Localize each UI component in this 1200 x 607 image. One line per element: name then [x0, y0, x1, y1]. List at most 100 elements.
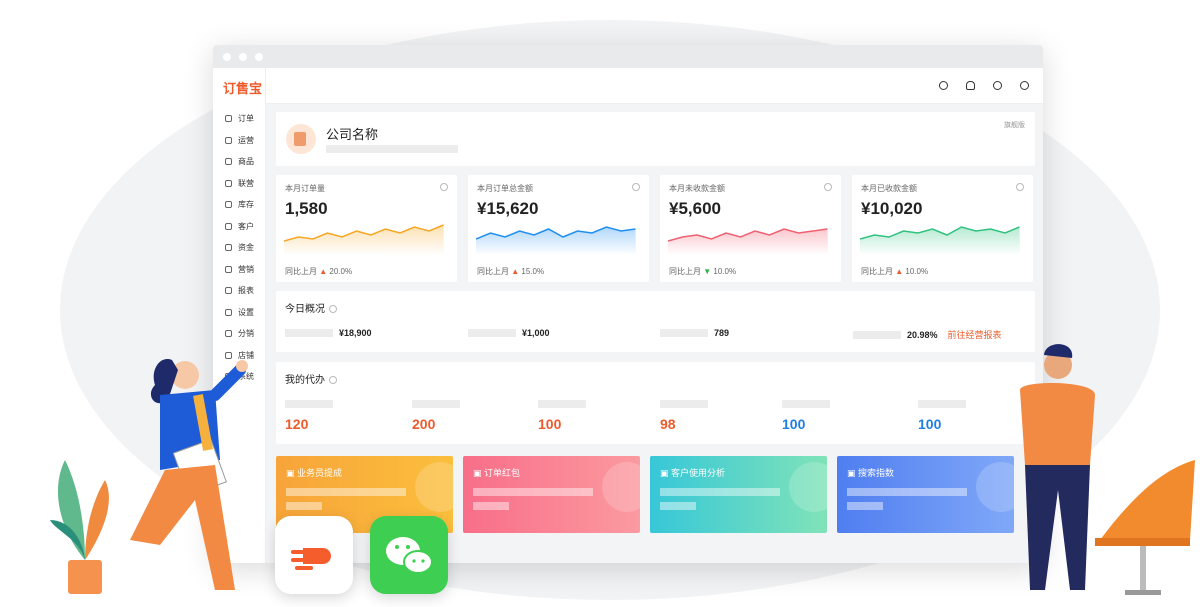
stat-card: 本月未收款金额 ¥5,600 同比上月 ▼ 10.0% — [660, 175, 841, 282]
todo-count: 98 — [660, 416, 676, 432]
sidebar-item[interactable]: 库存 — [213, 194, 265, 216]
stat-sparkline — [860, 226, 1020, 255]
overview-title: 今日概况 — [285, 300, 337, 315]
stat-value: 1,580 — [285, 199, 328, 218]
stat-label: 本月已收款金额 — [861, 184, 917, 193]
sidebar-item[interactable]: 设置 — [213, 302, 265, 324]
sidebar-item[interactable]: 报表 — [213, 280, 265, 302]
browser-window: 订售宝 订单 运营 商品 联营 库存 客户 资金 营销 报表 设置 分销 店铺 系统 公司名称 旗舰版 … — [213, 45, 1043, 563]
menu-icon — [225, 201, 232, 209]
stat-compare: 同比上月 ▼ 10.0% — [669, 267, 737, 276]
banner-title: ▣ 订单红包 — [473, 468, 521, 478]
woman-illustration — [130, 359, 248, 590]
menu-icon — [225, 287, 232, 295]
stat-compare: 同比上月 ▲ 20.0% — [285, 267, 353, 276]
sidebar-item-label: 设置 — [238, 307, 254, 317]
top-bar — [266, 68, 1043, 104]
plant-illustration — [50, 460, 109, 594]
help-icon[interactable] — [329, 376, 337, 385]
stat-compare: 同比上月 ▲ 15.0% — [477, 267, 545, 276]
menu-icon — [225, 222, 232, 230]
todo-count: 100 — [782, 416, 806, 432]
feature-banner[interactable]: ▣ 订单红包 — [463, 456, 640, 533]
stat-sparkline — [284, 224, 444, 255]
menu-icon — [225, 136, 232, 144]
help-icon[interactable] — [329, 305, 337, 314]
menu-icon — [225, 265, 232, 273]
todo-card: 我的代办 120 200 100 98 100 100 — [276, 362, 1035, 444]
stat-compare: 同比上月 ▲ 10.0% — [861, 267, 929, 276]
main-content: 公司名称 旗舰版 本月订单量 1,580 同比上月 ▲ 20.0% 本月订单总金额 ¥1… — [266, 104, 1043, 563]
help-icon[interactable] — [993, 81, 1002, 90]
stat-value: ¥10,020 — [861, 199, 923, 218]
clock-icon — [1016, 183, 1024, 191]
sidebar-item-label: 营销 — [238, 264, 254, 274]
todo-item[interactable]: 200 — [412, 400, 460, 432]
brand-icon — [291, 548, 331, 570]
stat-card: 本月订单量 1,580 同比上月 ▲ 20.0% — [276, 175, 457, 282]
window-dot — [239, 52, 247, 61]
sidebar-item[interactable]: 商品 — [213, 151, 265, 173]
stat-sparkline — [476, 226, 636, 255]
stat-card: 本月订单总金额 ¥15,620 同比上月 ▲ 15.0% — [468, 175, 649, 282]
menu-icon — [225, 244, 232, 252]
company-avatar — [286, 124, 316, 154]
sidebar-item-label: 资金 — [238, 243, 254, 253]
sidebar-item-label: 客户 — [238, 221, 254, 231]
banner-title: ▣ 客户使用分析 — [660, 468, 726, 478]
app-icon-orange — [275, 516, 353, 594]
stat-card: 本月已收款金额 ¥10,020 同比上月 ▲ 10.0% — [852, 175, 1033, 282]
banner-title: ▣ 搜索指数 — [847, 468, 895, 478]
sidebar-item-label: 运营 — [238, 135, 254, 145]
sidebar-item-label: 分销 — [238, 329, 254, 339]
user-icon[interactable] — [1020, 81, 1029, 90]
sidebar-item[interactable]: 客户 — [213, 216, 265, 238]
clock-icon — [824, 183, 832, 191]
todo-item[interactable]: 98 — [660, 400, 708, 432]
todo-item[interactable]: 120 — [285, 400, 333, 432]
stat-value: ¥5,600 — [669, 199, 721, 218]
clock-icon — [440, 183, 448, 191]
feature-banner[interactable]: ▣ 搜索指数 — [837, 456, 1014, 533]
chair-illustration — [1095, 460, 1195, 595]
report-link[interactable]: 前往经营报表 — [948, 328, 1002, 341]
feature-banner[interactable]: ▣ 客户使用分析 — [650, 456, 827, 533]
todo-item[interactable]: 100 — [538, 400, 586, 432]
stat-label: 本月未收款金额 — [669, 184, 725, 193]
sidebar-item[interactable]: 营销 — [213, 259, 265, 281]
window-dot — [255, 52, 263, 61]
wechat-icon — [370, 516, 448, 594]
overview-item: ¥1,000 — [468, 328, 550, 338]
todo-item[interactable]: 100 — [782, 400, 830, 432]
todo-count: 100 — [918, 416, 942, 432]
menu-icon — [225, 158, 232, 166]
company-card: 公司名称 旗舰版 — [276, 112, 1035, 166]
refresh-icon[interactable] — [939, 81, 948, 90]
banner-title: ▣ 业务员提成 — [286, 468, 343, 478]
bell-icon[interactable] — [966, 81, 975, 90]
sidebar-item[interactable]: 分销 — [213, 323, 265, 345]
todo-item[interactable]: 100 — [918, 400, 966, 432]
overview-item: 789 — [660, 328, 729, 338]
todo-count: 100 — [538, 416, 562, 432]
menu-icon — [225, 179, 232, 187]
menu-icon — [225, 330, 232, 338]
overview-item: 20.98% 前往经营报表 — [853, 328, 1002, 341]
stat-label: 本月订单量 — [285, 184, 325, 193]
sidebar-item[interactable]: 资金 — [213, 237, 265, 259]
edition-badge: 旗舰版 — [1004, 122, 1025, 129]
title-bar — [213, 45, 1043, 68]
sidebar-item[interactable]: 订单 — [213, 108, 265, 130]
window-dot — [223, 52, 231, 61]
stat-value: ¥15,620 — [477, 199, 539, 218]
placeholder-bar — [326, 145, 458, 153]
sidebar-item[interactable]: 联营 — [213, 173, 265, 195]
sidebar-item-label: 联营 — [238, 178, 254, 188]
app-logo: 订售宝 — [223, 81, 263, 96]
stat-sparkline — [668, 228, 828, 255]
sidebar-item[interactable]: 运营 — [213, 130, 265, 152]
sidebar-item-label: 商品 — [238, 157, 254, 167]
menu-icon — [225, 308, 232, 316]
sidebar-item-label: 报表 — [238, 286, 254, 296]
sidebar-item-label: 库存 — [238, 200, 254, 210]
